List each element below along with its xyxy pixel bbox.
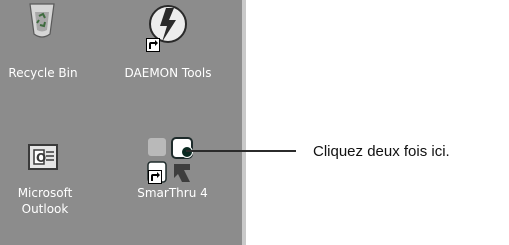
desktop: Recycle Bin DAEMON Tools O Microsoft Out… xyxy=(0,0,246,245)
shortcut-arrow-icon xyxy=(148,170,162,184)
smarthru-label: SmarThru 4 xyxy=(137,186,208,200)
recycle-bin-label: Recycle Bin xyxy=(8,66,78,80)
outlook-label-line2: Outlook xyxy=(21,202,69,216)
daemon-tools-label: DAEMON Tools xyxy=(124,66,212,80)
svg-text:O: O xyxy=(36,151,46,165)
callout-text: Cliquez deux fois ici. xyxy=(313,143,450,160)
callout-leader-line xyxy=(186,150,296,152)
outlook-icon: O xyxy=(28,144,58,170)
callout-pointer-dot xyxy=(181,146,193,158)
recycle-bin-icon xyxy=(29,3,55,38)
shortcut-arrow-icon xyxy=(146,38,160,52)
outlook-label-line1: Microsoft xyxy=(17,186,73,200)
